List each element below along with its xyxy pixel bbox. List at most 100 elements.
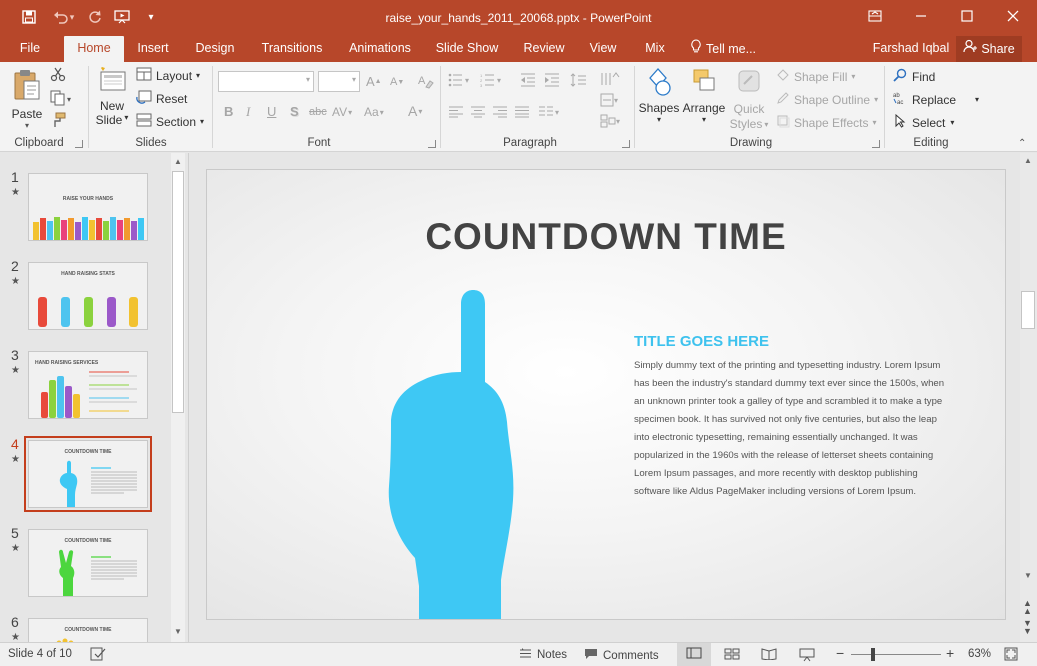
notes-button[interactable]: Notes: [519, 648, 567, 662]
align-text-button[interactable]: ▾: [600, 93, 620, 110]
align-left-button[interactable]: [448, 106, 464, 121]
line-spacing-button[interactable]: [570, 73, 592, 90]
collapse-ribbon-icon[interactable]: ⌃: [1018, 138, 1026, 149]
arrange-button[interactable]: Arrange ▾: [682, 66, 726, 124]
numbering-button[interactable]: 123▾: [480, 73, 504, 90]
font-size-box[interactable]: ▾: [318, 71, 360, 92]
bullets-button[interactable]: ▾: [448, 73, 472, 90]
slide-scrollbar[interactable]: ▲ ▼ ▲▲ ▼▼: [1020, 153, 1037, 642]
previous-slide-icon[interactable]: ▲▲: [1023, 599, 1032, 615]
scroll-down-icon[interactable]: ▼: [1024, 571, 1032, 580]
paste-button[interactable]: Paste ▾: [10, 68, 44, 130]
shape-effects-button[interactable]: Shape Effects ▾: [776, 114, 877, 131]
find-button[interactable]: Find: [893, 68, 935, 85]
columns-button[interactable]: ▾: [538, 106, 562, 121]
close-icon[interactable]: [990, 0, 1036, 32]
text-shadow-button[interactable]: S: [290, 104, 299, 119]
next-slide-icon[interactable]: ▼▼: [1023, 619, 1032, 635]
slide-body-text[interactable]: Simply dummy text of the printing and ty…: [634, 357, 950, 501]
paragraph-launcher-icon[interactable]: [622, 140, 630, 148]
decrease-indent-button[interactable]: [520, 73, 536, 90]
drawing-launcher-icon[interactable]: [872, 140, 880, 148]
tab-mix[interactable]: Mix: [636, 36, 674, 62]
new-slide-button[interactable]: New Slide▾: [93, 66, 131, 127]
ribbon-display-options-icon[interactable]: [852, 0, 898, 32]
tab-view[interactable]: View: [582, 36, 624, 62]
clear-formatting-button[interactable]: A: [418, 73, 434, 92]
raised-finger-shape[interactable]: [377, 290, 547, 620]
slide-counter[interactable]: Slide 4 of 10: [8, 648, 72, 660]
slide-sorter-button[interactable]: [724, 648, 740, 663]
slide-show-button[interactable]: [799, 648, 815, 665]
change-case-button[interactable]: Aa▾: [364, 105, 384, 119]
tab-home[interactable]: Home: [64, 36, 124, 62]
italic-button[interactable]: I: [246, 104, 250, 120]
thumbnail-scroll-thumb[interactable]: [172, 171, 184, 413]
normal-view-button[interactable]: [677, 643, 711, 666]
slide-thumbnail-6[interactable]: COUNTDOWN TIME: [28, 618, 148, 642]
replace-button[interactable]: abac Replace ▾: [893, 91, 979, 108]
shapes-button[interactable]: Shapes ▾: [640, 66, 678, 124]
customize-toolbar-icon[interactable]: ▾: [138, 6, 164, 28]
font-name-box[interactable]: ▾: [218, 71, 314, 92]
slide-thumbnail-2[interactable]: HAND RAISING STATS: [28, 262, 148, 330]
slide-thumbnail-1[interactable]: RAISE YOUR HANDS: [28, 173, 148, 241]
spell-check-icon[interactable]: [90, 646, 106, 662]
reset-button[interactable]: Reset: [136, 90, 187, 107]
font-launcher-icon[interactable]: [428, 140, 436, 148]
copy-button[interactable]: ▾: [50, 90, 72, 109]
tab-file[interactable]: File: [8, 36, 52, 62]
tab-transitions[interactable]: Transitions: [254, 36, 330, 62]
align-right-button[interactable]: [492, 106, 508, 121]
start-from-beginning-icon[interactable]: [110, 6, 136, 28]
justify-button[interactable]: [514, 106, 530, 121]
minimize-icon[interactable]: [898, 0, 944, 32]
slide-scroll-thumb[interactable]: [1021, 291, 1035, 329]
character-spacing-button[interactable]: AV▾: [332, 105, 352, 119]
tab-review[interactable]: Review: [516, 36, 572, 62]
save-icon[interactable]: [16, 6, 42, 28]
zoom-slider[interactable]: [851, 654, 941, 655]
zoom-in-button[interactable]: +: [946, 645, 954, 661]
zoom-out-button[interactable]: −: [836, 645, 844, 661]
tab-design[interactable]: Design: [188, 36, 242, 62]
scroll-down-icon[interactable]: ▼: [174, 627, 182, 636]
section-button[interactable]: Section ▾: [136, 113, 204, 130]
increase-indent-button[interactable]: [544, 73, 560, 90]
tab-animations[interactable]: Animations: [340, 36, 420, 62]
quick-styles-button[interactable]: Quick Styles▾: [728, 66, 770, 132]
fit-slide-button[interactable]: [1004, 647, 1018, 664]
smartart-button[interactable]: ▾: [600, 114, 620, 131]
slide-thumbnail-4[interactable]: COUNTDOWN TIME: [28, 440, 148, 508]
shape-fill-button[interactable]: Shape Fill ▾: [776, 68, 855, 85]
shape-outline-button[interactable]: Shape Outline ▾: [776, 91, 878, 108]
layout-button[interactable]: Layout ▾: [136, 67, 200, 84]
share-button[interactable]: Share: [956, 36, 1022, 62]
redo-icon[interactable]: [82, 6, 108, 28]
cut-button[interactable]: [50, 66, 66, 85]
scroll-up-icon[interactable]: ▲: [174, 157, 182, 166]
slide-thumbnail-3[interactable]: HAND RAISING SERVICES: [28, 351, 148, 419]
tell-me-box[interactable]: Tell me...: [690, 36, 762, 62]
tab-slide-show[interactable]: Slide Show: [430, 36, 504, 62]
reading-view-button[interactable]: [761, 648, 777, 663]
align-center-button[interactable]: [470, 106, 486, 121]
strikethrough-button[interactable]: abc: [309, 106, 327, 118]
shrink-font-button[interactable]: A▼: [390, 76, 404, 88]
slide-subtitle[interactable]: TITLE GOES HERE: [634, 333, 769, 350]
slide-thumbnail-5[interactable]: COUNTDOWN TIME: [28, 529, 148, 597]
underline-button[interactable]: U: [267, 104, 276, 119]
grow-font-button[interactable]: A▲: [366, 74, 382, 89]
zoom-level[interactable]: 63%: [968, 648, 991, 660]
comments-button[interactable]: Comments: [584, 648, 659, 663]
select-button[interactable]: Select ▾: [893, 114, 954, 131]
user-name[interactable]: Farshad Iqbal: [870, 36, 952, 62]
scroll-up-icon[interactable]: ▲: [1024, 156, 1032, 165]
clipboard-launcher-icon[interactable]: [75, 140, 83, 148]
maximize-icon[interactable]: [944, 0, 990, 32]
format-painter-button[interactable]: [50, 112, 66, 131]
bold-button[interactable]: B: [224, 104, 233, 119]
zoom-slider-thumb[interactable]: [871, 648, 875, 661]
thumbnail-scrollbar[interactable]: ▲ ▼: [171, 153, 185, 642]
slide-canvas[interactable]: COUNTDOWN TIME TITLE GOES HERE Simply du…: [206, 169, 1006, 620]
